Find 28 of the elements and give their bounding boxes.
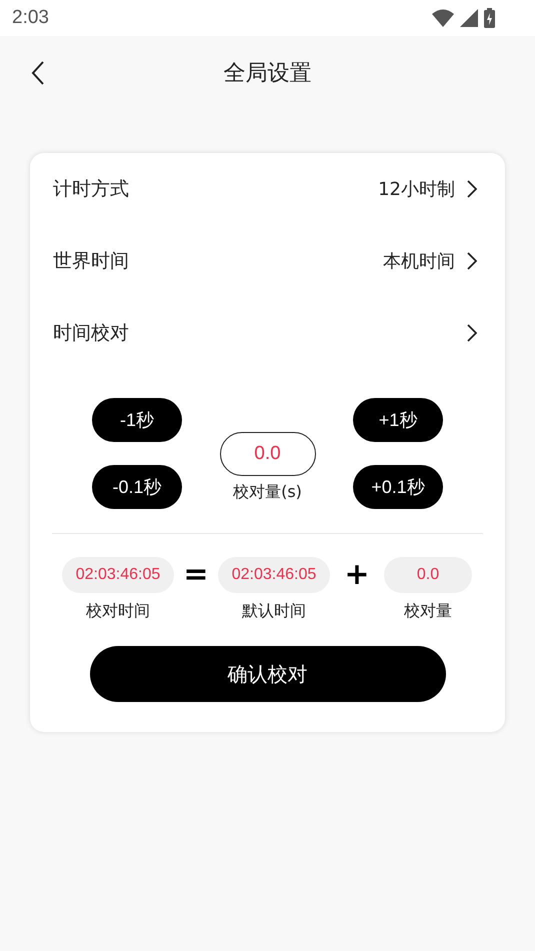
time-label: 校对量	[404, 601, 452, 622]
setting-label: 世界时间	[53, 249, 130, 274]
battery-charging-icon	[484, 8, 495, 28]
operator-sign: +	[343, 557, 371, 593]
time-value: 02:03:46:05	[62, 557, 174, 593]
time-label: 校对时间	[86, 601, 150, 622]
status-time: 2:03	[12, 7, 49, 29]
signal-icon	[460, 9, 478, 27]
time-value: 0.0	[384, 557, 472, 593]
offset-field[interactable]: 0.0	[220, 432, 316, 476]
confirm-button[interactable]: 确认校对	[90, 646, 446, 702]
increase-button[interactable]: +0.1秒	[353, 465, 443, 509]
chevron-right-icon	[467, 180, 477, 198]
setting-label: 计时方式	[53, 177, 130, 202]
decrease-button[interactable]: -1秒	[92, 398, 182, 442]
chevron-right-icon	[467, 252, 477, 270]
offset-label: 校对量(s)	[233, 482, 302, 503]
wifi-icon	[432, 9, 454, 27]
setting-value: 本机时间	[383, 250, 455, 273]
increase-button[interactable]: +1秒	[353, 398, 443, 442]
setting-value: 12小时制	[378, 178, 455, 201]
decrease-button[interactable]: -0.1秒	[92, 465, 182, 509]
operator-sign: =	[182, 557, 210, 593]
chevron-right-icon	[467, 324, 477, 342]
setting-label: 时间校对	[53, 321, 130, 346]
time-label: 默认时间	[242, 601, 306, 622]
time-value: 02:03:46:05	[218, 557, 330, 593]
page-title: 全局设置	[224, 60, 312, 88]
